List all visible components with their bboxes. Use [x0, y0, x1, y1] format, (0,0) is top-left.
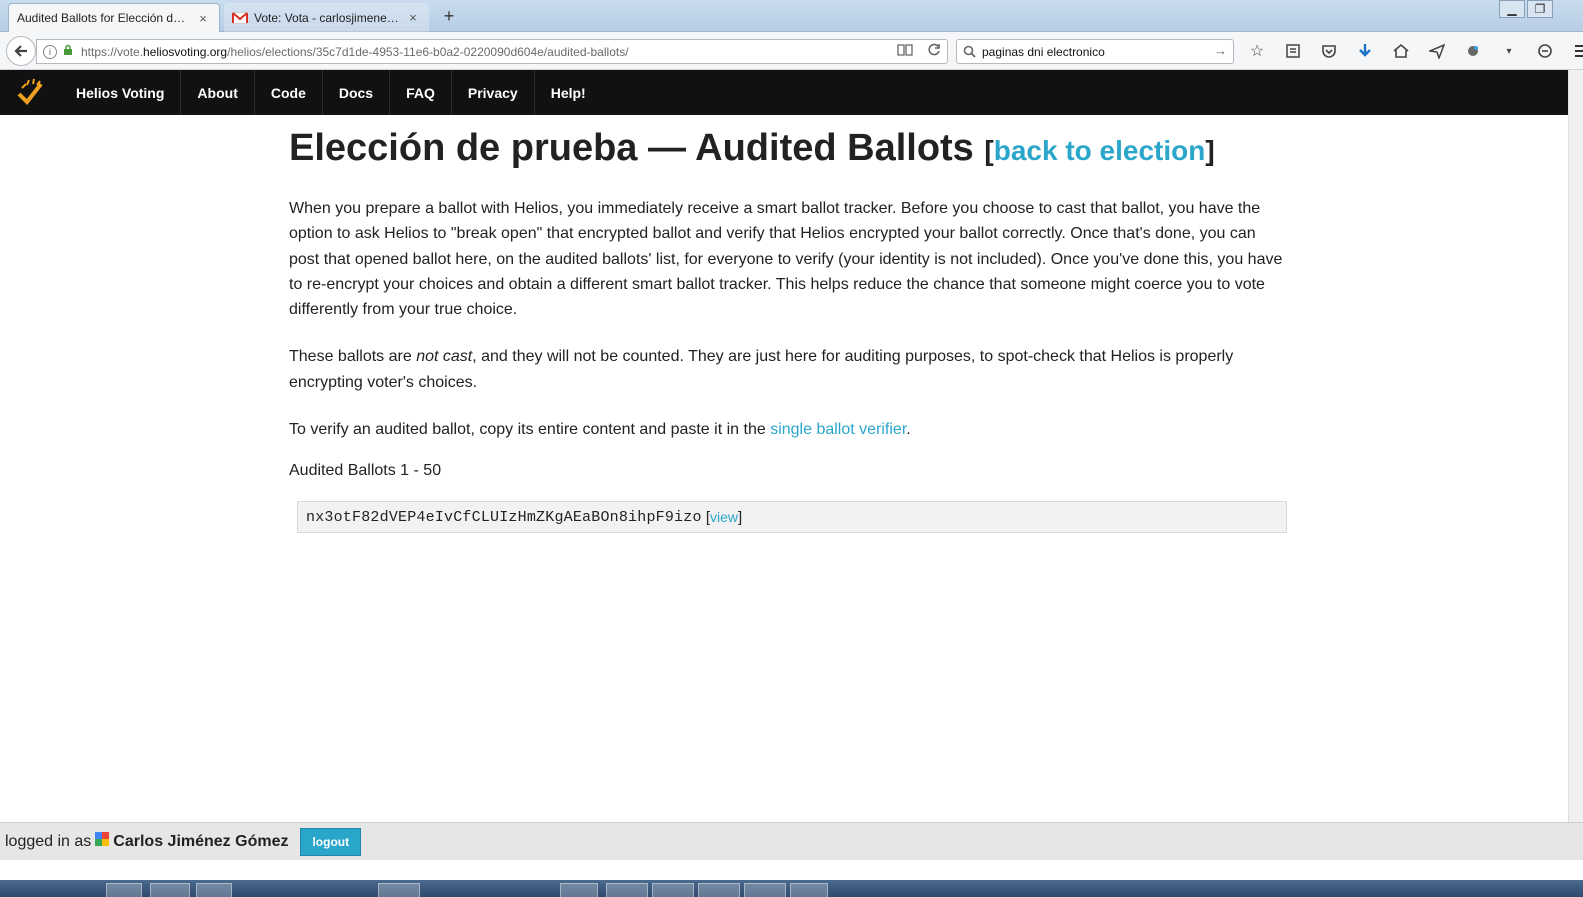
audited-ballots-heading: Audited Ballots 1 - 50	[289, 462, 442, 480]
p3-text: .	[906, 421, 911, 439]
arrow-right-icon[interactable]: →	[1214, 43, 1227, 58]
back-to-election-link[interactable]: back to election	[994, 135, 1206, 166]
tab-audited-ballots[interactable]: Audited Ballots for Elección de ... ×	[8, 3, 220, 32]
nav-helios-voting[interactable]: Helios Voting	[60, 70, 180, 115]
taskbar-item[interactable]	[378, 883, 420, 897]
browser-tab-strip: Audited Ballots for Elección de ... × Vo…	[0, 0, 1583, 32]
taskbar-item[interactable]	[606, 883, 648, 897]
not-cast-paragraph: These ballots are not cast, and they wil…	[289, 344, 1289, 395]
window-controls: ▁ ❐	[1497, 0, 1553, 18]
extension-icon[interactable]	[1462, 41, 1484, 61]
close-icon[interactable]: ×	[405, 10, 421, 25]
info-icon[interactable]: i	[43, 44, 57, 59]
browser-toolbar: i https://vote.heliosvoting.org/helios/e…	[0, 32, 1583, 70]
nav-help[interactable]: Help!	[533, 70, 602, 115]
tab-title: Audited Ballots for Elección de ...	[17, 11, 191, 25]
logged-in-label: logged in as	[5, 832, 92, 850]
p2-text: These ballots are	[289, 348, 417, 366]
site-nav: Helios Voting About Code Docs FAQ Privac…	[0, 70, 1568, 115]
pocket-icon[interactable]	[1318, 41, 1340, 61]
send-icon[interactable]	[1426, 41, 1448, 61]
taskbar-item[interactable]	[106, 883, 142, 897]
main-content: Elección de prueba — Audited Ballots [ba…	[289, 124, 1289, 533]
ballot-list-item: nx3otF82dVEP4eIvCfCLUIzHmZKgAEaBOn8ihpF9…	[297, 501, 1287, 533]
nav-code[interactable]: Code	[253, 70, 322, 115]
nav-docs[interactable]: Docs	[321, 70, 389, 115]
chat-icon[interactable]	[1534, 41, 1556, 61]
url-scheme: https://vote.	[81, 44, 144, 59]
taskbar-item[interactable]	[150, 883, 190, 897]
arrow-left-icon	[14, 45, 27, 57]
bookmark-star-icon[interactable]: ☆	[1246, 41, 1268, 61]
reader-view-icon[interactable]	[897, 43, 913, 60]
taskbar-item[interactable]	[790, 883, 828, 897]
page-title: Elección de prueba — Audited Ballots [ba…	[289, 127, 1215, 169]
single-ballot-verifier-link[interactable]: single ballot verifier	[770, 421, 906, 438]
taskbar-item[interactable]	[698, 883, 740, 897]
taskbar-item[interactable]	[196, 883, 232, 897]
helios-logo-icon[interactable]	[0, 70, 60, 115]
os-taskbar	[0, 880, 1583, 897]
menu-icon[interactable]	[1570, 41, 1583, 61]
nav-about[interactable]: About	[180, 70, 253, 115]
ballot-hash[interactable]: nx3otF82dVEP4eIvCfCLUIzHmZKgAEaBOn8ihpF9…	[306, 509, 702, 526]
gmail-icon	[232, 11, 248, 24]
view-ballot-link[interactable]: view	[710, 509, 738, 525]
bookmarks-list-icon[interactable]	[1282, 41, 1304, 61]
vertical-scrollbar[interactable]	[1568, 70, 1583, 822]
taskbar-item[interactable]	[652, 883, 694, 897]
logout-button[interactable]: logout	[300, 827, 362, 856]
taskbar-item[interactable]	[744, 883, 786, 897]
new-tab-button[interactable]: +	[438, 5, 460, 27]
chevron-down-icon[interactable]: ▾	[1498, 41, 1520, 61]
address-bar[interactable]: i https://vote.heliosvoting.org/helios/e…	[36, 39, 948, 64]
search-bar[interactable]: paginas dni electronico →	[956, 39, 1234, 64]
nav-faq[interactable]: FAQ	[389, 70, 451, 115]
search-icon	[963, 45, 976, 58]
home-icon[interactable]	[1390, 41, 1412, 61]
verify-paragraph: To verify an audited ballot, copy its en…	[289, 417, 1289, 442]
search-input-value[interactable]: paginas dni electronico	[982, 45, 1105, 59]
lock-icon[interactable]	[63, 44, 73, 59]
not-cast-emphasis: not cast	[416, 348, 473, 366]
reload-icon[interactable]	[927, 43, 941, 60]
intro-paragraph: When you prepare a ballot with Helios, y…	[289, 200, 1283, 319]
url-text: https://vote.heliosvoting.org/helios/ele…	[81, 45, 629, 59]
url-path: /helios/elections/35c7d1de-4953-11e6-b0a…	[227, 44, 629, 59]
close-icon[interactable]: ×	[195, 11, 211, 26]
p3-text: To verify an audited ballot, copy its en…	[289, 421, 771, 439]
taskbar-item[interactable]	[560, 883, 598, 897]
minimize-icon[interactable]: ▁	[1499, 0, 1525, 18]
user-name: Carlos Jiménez Gómez	[113, 832, 289, 850]
url-host: heliosvoting.org	[143, 44, 228, 59]
download-icon[interactable]	[1354, 41, 1376, 61]
back-button[interactable]	[6, 36, 36, 66]
page-title-text: Elección de prueba — Audited Ballots	[289, 127, 974, 169]
login-footer: logged in as Carlos Jiménez Gómez logout	[0, 822, 1583, 860]
nav-privacy[interactable]: Privacy	[450, 70, 534, 115]
restore-icon[interactable]: ❐	[1527, 0, 1553, 18]
tab-title: Vote: Vota - carlosjimenez...	[254, 10, 401, 25]
google-icon	[95, 832, 110, 851]
tab-gmail-vote[interactable]: Vote: Vota - carlosjimenez... ×	[224, 3, 429, 32]
